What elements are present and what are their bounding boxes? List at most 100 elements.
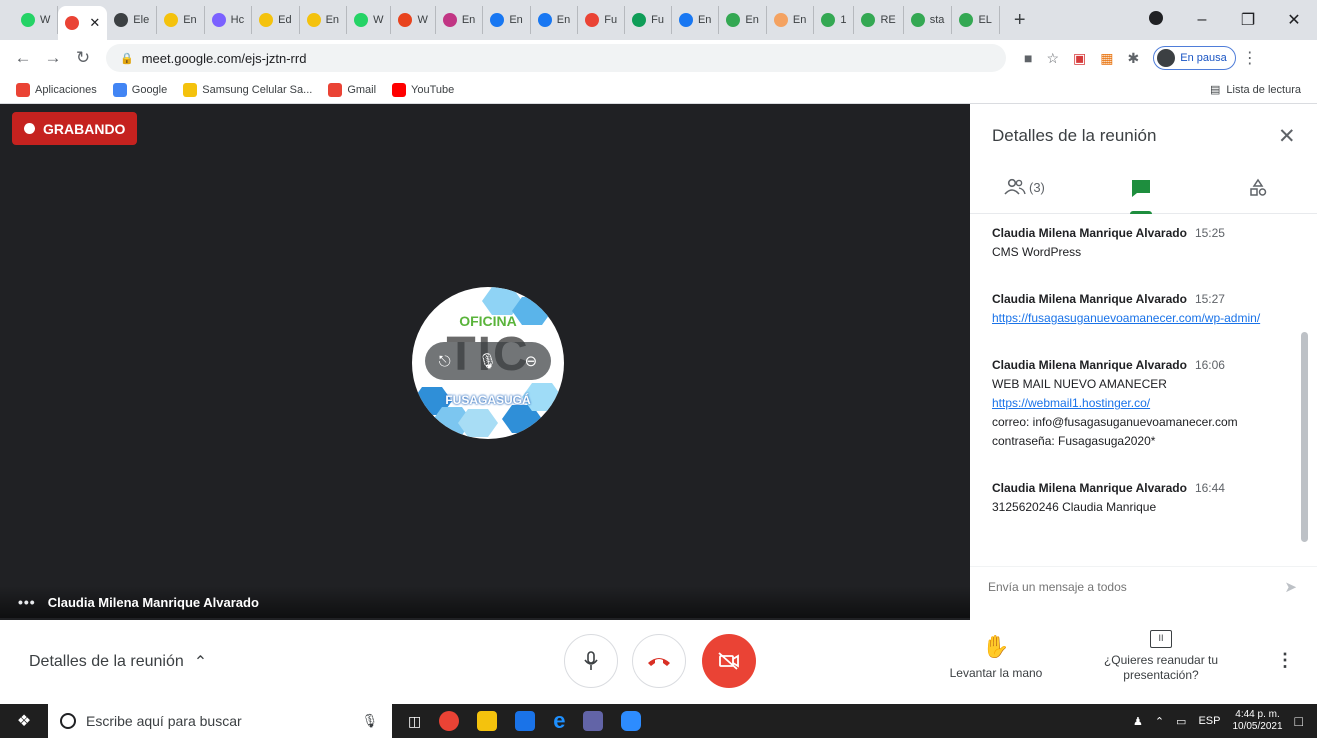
mute-participant-icon[interactable]: 🎙	[478, 352, 497, 370]
browser-tab[interactable]: W	[14, 6, 59, 34]
new-tab-button[interactable]: +	[1000, 9, 1040, 32]
browser-tab-active[interactable]: ✕	[58, 6, 108, 40]
message-link[interactable]: https://fusagasuganuevoamanecer.com/wp-a…	[992, 309, 1277, 328]
participant-name-bar: ••• Claudia Milena Manrique Alvarado	[0, 586, 970, 618]
zoom-app-icon[interactable]	[621, 711, 642, 731]
browser-menu-icon[interactable]: ⋮	[1236, 48, 1264, 68]
forward-arrow-icon[interactable]: →	[38, 48, 68, 68]
taskbar-clock[interactable]: 4:44 p. m. 10/05/2021	[1232, 709, 1282, 733]
file-explorer-icon[interactable]	[477, 711, 498, 731]
browser-tab[interactable]: RE	[854, 6, 904, 34]
tab-title: En	[461, 14, 476, 26]
pin-icon[interactable]: ⎋	[439, 353, 451, 370]
tab-title: 1	[840, 14, 847, 26]
meeting-details-button[interactable]: Detalles de la reunión ⌃	[29, 652, 207, 672]
notifications-icon[interactable]: □	[1295, 713, 1303, 729]
browser-tab[interactable]: W	[391, 6, 436, 34]
bookmark-item[interactable]: Gmail	[328, 82, 376, 97]
participant-name: Claudia Milena Manrique Alvarado	[47, 594, 259, 610]
camera-off-button[interactable]	[702, 634, 756, 688]
pocket-extension-icon[interactable]: ▣	[1073, 50, 1086, 67]
teams-app-icon[interactable]	[583, 711, 604, 731]
back-arrow-icon[interactable]: ←	[8, 48, 38, 68]
browser-tab[interactable]: En	[672, 6, 720, 34]
chat-message-input[interactable]	[988, 579, 1285, 594]
camera-icon[interactable]: ■	[1024, 50, 1032, 66]
remove-participant-icon[interactable]: ⊖	[525, 352, 538, 370]
tab-title: RE	[880, 14, 896, 26]
tab-favicon-icon	[442, 13, 457, 27]
browser-tab[interactable]: En	[157, 6, 205, 34]
profile-paused-button[interactable]: En pausa	[1153, 46, 1236, 70]
tab-favicon-icon	[632, 13, 647, 27]
tab-people[interactable]: (3)	[1004, 178, 1045, 196]
tab-favicon-icon	[490, 13, 505, 27]
browser-tab[interactable]: 1	[814, 6, 855, 34]
tab-title: W	[40, 14, 51, 26]
mail-app-icon[interactable]	[515, 711, 536, 731]
browser-tab[interactable]: W	[347, 6, 392, 34]
tab-title: Ele	[133, 14, 150, 26]
browser-tab[interactable]: Hc	[205, 6, 253, 34]
minimize-icon[interactable]: –	[1179, 11, 1225, 29]
message-sender: Claudia Milena Manrique Alvarado	[992, 358, 1187, 372]
tab-title: W	[417, 14, 428, 26]
message-link[interactable]: https://webmail1.hostinger.co/	[992, 394, 1277, 413]
tab-favicon-icon	[211, 13, 226, 27]
browser-tab[interactable]: Fu	[625, 6, 672, 34]
raise-hand-button[interactable]: ✋ Levantar la mano	[944, 634, 1048, 680]
close-panel-icon[interactable]: ✕	[1278, 124, 1296, 149]
task-view-icon[interactable]: ◫	[408, 713, 421, 730]
edge-app-icon[interactable]: e	[553, 708, 565, 734]
browser-tab[interactable]: En	[531, 6, 579, 34]
leave-call-button[interactable]	[632, 634, 686, 688]
profile-circle-icon[interactable]	[1133, 10, 1179, 30]
resume-presentation-button[interactable]: II ¿Quieres reanudar tu presentación?	[1088, 630, 1234, 683]
send-icon[interactable]: ➤	[1284, 578, 1297, 596]
tab-title: En	[697, 14, 712, 26]
tab-activities[interactable]	[1248, 178, 1268, 198]
chrome-app-icon[interactable]	[439, 711, 460, 731]
tab-favicon-icon	[114, 13, 129, 27]
tab-favicon-icon	[910, 13, 925, 27]
tab-favicon-icon	[259, 13, 274, 27]
browser-tab[interactable]: sta	[904, 6, 953, 34]
reading-list-button[interactable]: ▤ Lista de lectura	[1210, 83, 1301, 97]
browser-tab[interactable]: EL	[952, 6, 1000, 34]
browser-tab[interactable]: Ele	[107, 6, 158, 34]
bookmark-item[interactable]: Samsung Celular Sa...	[183, 82, 312, 97]
more-options-icon[interactable]: ⋮	[1276, 650, 1294, 671]
microphone-button[interactable]	[564, 634, 618, 688]
tab-chat[interactable]	[1130, 178, 1152, 198]
close-window-icon[interactable]: ✕	[1271, 10, 1317, 30]
browser-tab[interactable]: En	[483, 6, 531, 34]
chat-scrollbar[interactable]	[1301, 332, 1308, 542]
clipboard-extension-icon[interactable]: ▦	[1100, 50, 1113, 67]
bookmark-star-icon[interactable]: ☆	[1046, 50, 1059, 67]
windows-start-icon[interactable]: ❖	[0, 711, 48, 731]
browser-tab[interactable]: En	[767, 6, 815, 34]
people-tray-icon[interactable]: ♟	[1133, 715, 1143, 728]
battery-icon[interactable]: ▭	[1176, 715, 1186, 728]
close-tab-icon[interactable]: ✕	[89, 15, 100, 31]
taskbar-search-box[interactable]: Escribe aquí para buscar 🎙	[48, 704, 392, 738]
bookmark-item[interactable]: Google	[112, 82, 167, 97]
bookmark-item[interactable]: YouTube	[392, 82, 454, 97]
voice-search-icon[interactable]: 🎙	[361, 713, 378, 729]
browser-tab[interactable]: Fu	[578, 6, 626, 34]
browser-tab[interactable]: En	[300, 6, 348, 34]
tab-favicon-icon	[354, 13, 369, 27]
extensions-puzzle-icon[interactable]: ✱	[1128, 50, 1140, 67]
browser-tab[interactable]: En	[436, 6, 484, 34]
browser-tab[interactable]: Ed	[252, 6, 300, 34]
show-hidden-icons[interactable]: ⌃	[1155, 715, 1164, 728]
address-bar[interactable]: 🔒 meet.google.com/ejs-jztn-rrd	[106, 44, 1006, 72]
maximize-icon[interactable]: ❐	[1225, 10, 1271, 30]
tab-favicon-icon	[773, 13, 788, 27]
message-time: 16:44	[1194, 481, 1225, 495]
reload-icon[interactable]: ↻	[68, 48, 98, 68]
activities-shapes-icon	[1250, 178, 1267, 196]
input-language[interactable]: ESP	[1198, 715, 1220, 727]
browser-tab[interactable]: En	[719, 6, 767, 34]
bookmark-item[interactable]: Aplicaciones	[16, 82, 97, 97]
